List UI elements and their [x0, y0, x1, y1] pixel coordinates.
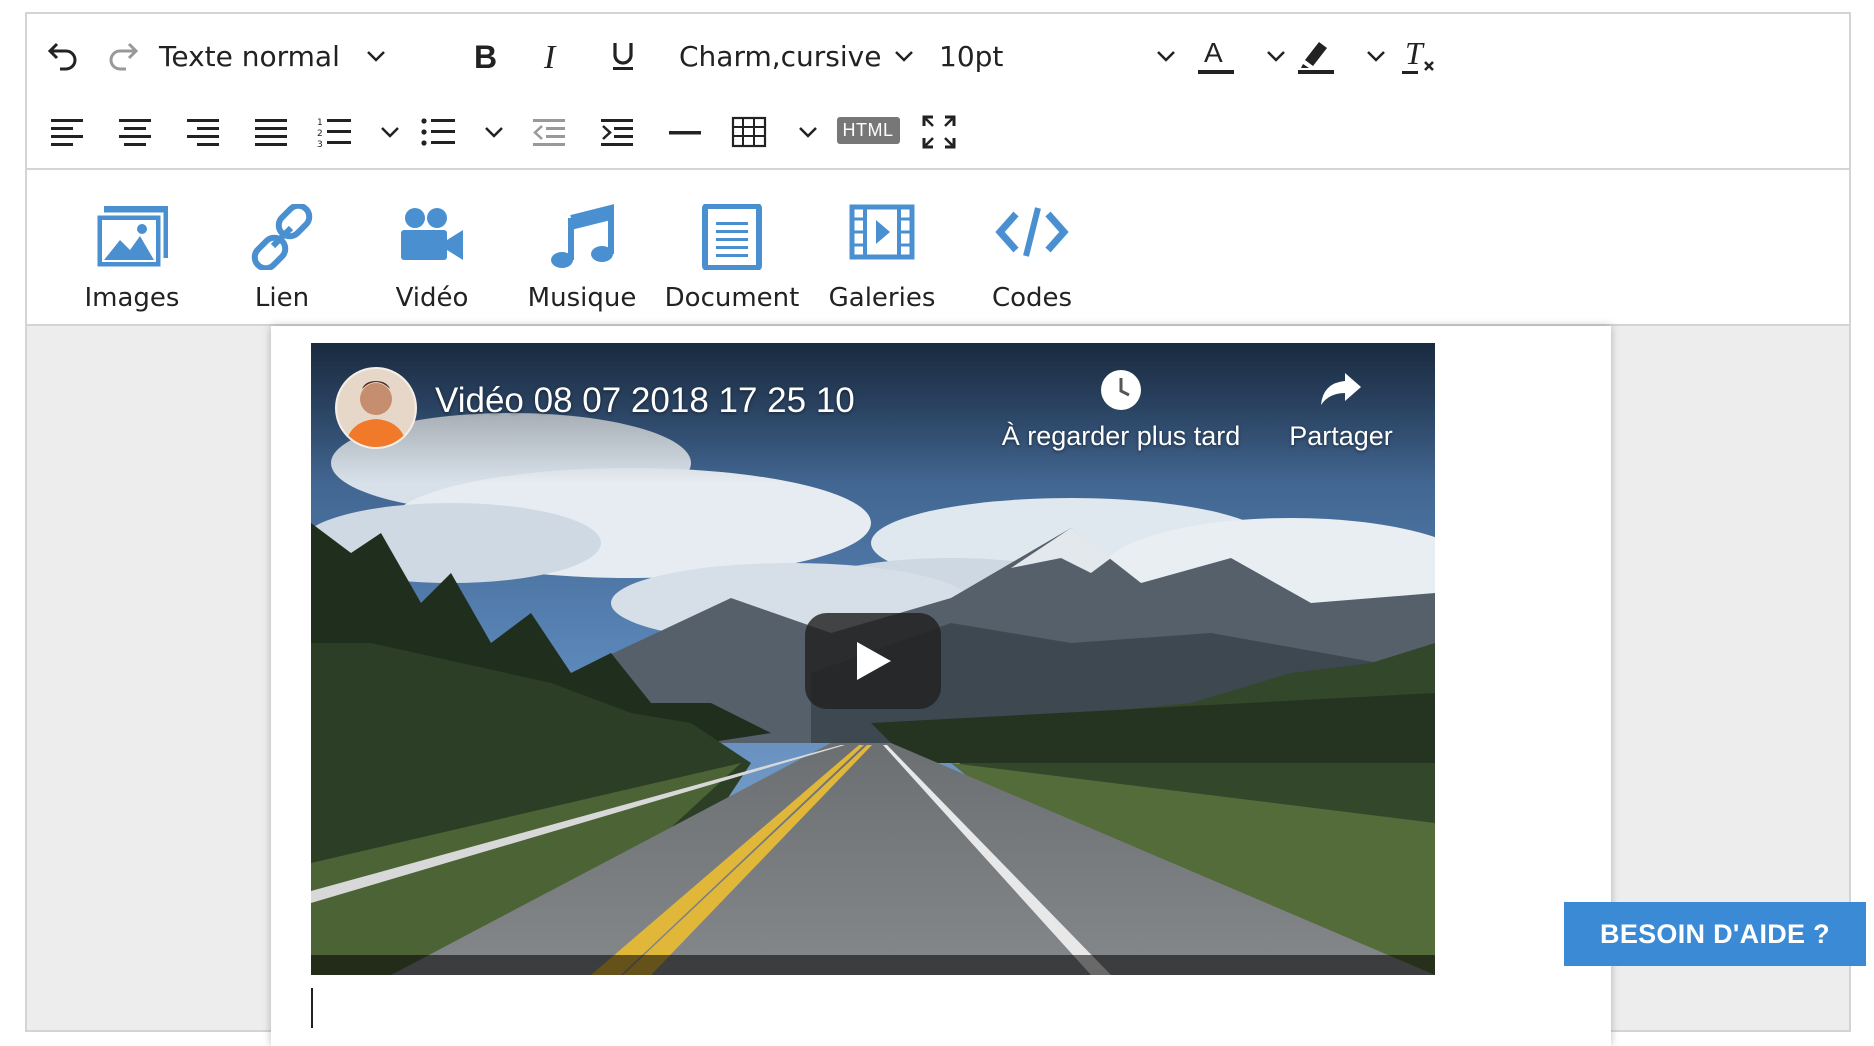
font-size-dropdown[interactable]: 10pt	[939, 34, 1179, 78]
outdent-button[interactable]	[527, 110, 571, 154]
watch-later-button[interactable]: À regarder plus tard	[991, 369, 1251, 459]
editor-page[interactable]: Vidéo 08 07 2018 17 25 10 À regarder plu…	[271, 326, 1611, 1046]
underline-button[interactable]	[601, 34, 645, 78]
horizontal-rule-icon	[669, 131, 701, 135]
svg-text:2: 2	[317, 129, 323, 139]
clear-formatting-button[interactable]: T	[1397, 32, 1441, 80]
chevron-down-icon	[799, 127, 817, 138]
chevron-down-icon	[1267, 51, 1285, 62]
table-icon	[731, 116, 767, 148]
underline-icon	[613, 43, 633, 70]
music-icon	[551, 204, 614, 268]
align-center-icon	[119, 119, 151, 146]
fullscreen-button[interactable]	[917, 110, 961, 154]
bullet-list-button[interactable]	[421, 110, 507, 154]
video-camera-icon	[401, 208, 463, 260]
align-right-button[interactable]	[181, 110, 225, 154]
fullscreen-icon	[922, 115, 956, 149]
insert-document-button[interactable]: Document	[657, 170, 807, 324]
formatting-toolbar: Texte normal B I Charm,cursive 10pt A T …	[27, 14, 1849, 170]
svg-text:1: 1	[317, 118, 323, 128]
help-button[interactable]: BESOIN D'AIDE ?	[1564, 902, 1866, 966]
share-label: Partager	[1289, 421, 1393, 451]
indent-button[interactable]	[595, 110, 639, 154]
watch-later-label: À regarder plus tard	[1001, 421, 1241, 451]
paragraph-style-value: Texte normal	[159, 39, 340, 73]
play-icon	[857, 642, 891, 680]
chevron-down-icon	[485, 127, 503, 138]
insert-link-button[interactable]: Lien	[207, 170, 357, 324]
align-left-icon	[51, 119, 83, 146]
insert-images-button[interactable]: Images	[57, 170, 207, 324]
redo-icon	[109, 42, 139, 71]
svg-text:T: T	[1405, 36, 1425, 71]
outdent-icon	[533, 119, 565, 146]
html-source-button[interactable]: HTML	[836, 114, 900, 146]
insert-codes-button[interactable]: Codes	[957, 170, 1107, 324]
chevron-down-icon	[381, 127, 399, 138]
chevron-down-icon	[367, 51, 385, 62]
text-cursor	[311, 988, 313, 1028]
align-justify-button[interactable]	[249, 110, 293, 154]
share-arrow-icon	[1321, 373, 1361, 405]
film-gallery-icon	[849, 204, 915, 260]
svg-text:A: A	[1204, 37, 1223, 68]
italic-icon: I	[543, 39, 557, 73]
insert-music-button[interactable]: Musique	[507, 170, 657, 324]
paragraph-style-dropdown[interactable]: Texte normal	[159, 34, 389, 78]
image-icon	[94, 206, 168, 270]
font-family-dropdown[interactable]: Charm,cursive	[679, 34, 917, 78]
channel-avatar[interactable]	[335, 367, 417, 449]
svg-text:I: I	[543, 39, 557, 73]
clock-icon	[1101, 370, 1141, 410]
insert-codes-label: Codes	[991, 283, 1073, 313]
font-size-value: 10pt	[939, 39, 1004, 73]
chevron-down-icon	[895, 51, 913, 62]
play-button[interactable]	[805, 613, 941, 709]
undo-button[interactable]	[41, 34, 85, 78]
chevron-down-icon	[1367, 51, 1385, 62]
highlight-color-button[interactable]	[1295, 32, 1389, 80]
code-icon	[995, 207, 1069, 257]
numbered-list-icon: 123	[317, 118, 351, 149]
insert-video-button[interactable]: Vidéo	[357, 170, 507, 324]
text-color-button[interactable]: A	[1195, 32, 1289, 80]
share-button[interactable]: Partager	[1271, 369, 1411, 459]
redo-button[interactable]	[101, 34, 145, 78]
svg-text:3: 3	[317, 140, 323, 149]
clear-formatting-icon: T	[1402, 36, 1434, 74]
embedded-video[interactable]: Vidéo 08 07 2018 17 25 10 À regarder plu…	[311, 343, 1435, 975]
avatar-person-icon	[345, 381, 407, 447]
align-justify-icon	[255, 119, 287, 146]
align-center-button[interactable]	[113, 110, 157, 154]
html-source-label: HTML	[836, 116, 900, 144]
italic-button[interactable]: I	[531, 34, 575, 78]
svg-text:B: B	[474, 39, 497, 73]
align-right-icon	[187, 119, 219, 146]
video-title[interactable]: Vidéo 08 07 2018 17 25 10	[435, 381, 855, 421]
font-family-value: Charm,cursive	[679, 39, 882, 73]
bold-icon: B	[474, 39, 497, 73]
highlighter-icon	[1298, 42, 1334, 74]
insert-toolbar: Images Lien Vidéo Musique Document Galer…	[27, 170, 1849, 326]
horizontal-rule-button[interactable]	[663, 110, 707, 154]
insert-galleries-button[interactable]: Galeries	[807, 170, 957, 324]
link-icon	[251, 204, 313, 270]
numbered-list-button[interactable]: 123	[317, 110, 403, 154]
align-left-button[interactable]	[45, 110, 89, 154]
insert-table-button[interactable]	[731, 110, 821, 154]
rich-text-editor: Texte normal B I Charm,cursive 10pt A T …	[25, 12, 1851, 1046]
chevron-down-icon	[1157, 51, 1175, 62]
undo-icon	[47, 42, 77, 71]
text-color-icon: A	[1198, 37, 1234, 74]
bold-button[interactable]: B	[463, 34, 507, 78]
indent-icon	[601, 119, 633, 146]
document-icon	[702, 204, 762, 270]
bullet-list-icon	[421, 118, 455, 146]
